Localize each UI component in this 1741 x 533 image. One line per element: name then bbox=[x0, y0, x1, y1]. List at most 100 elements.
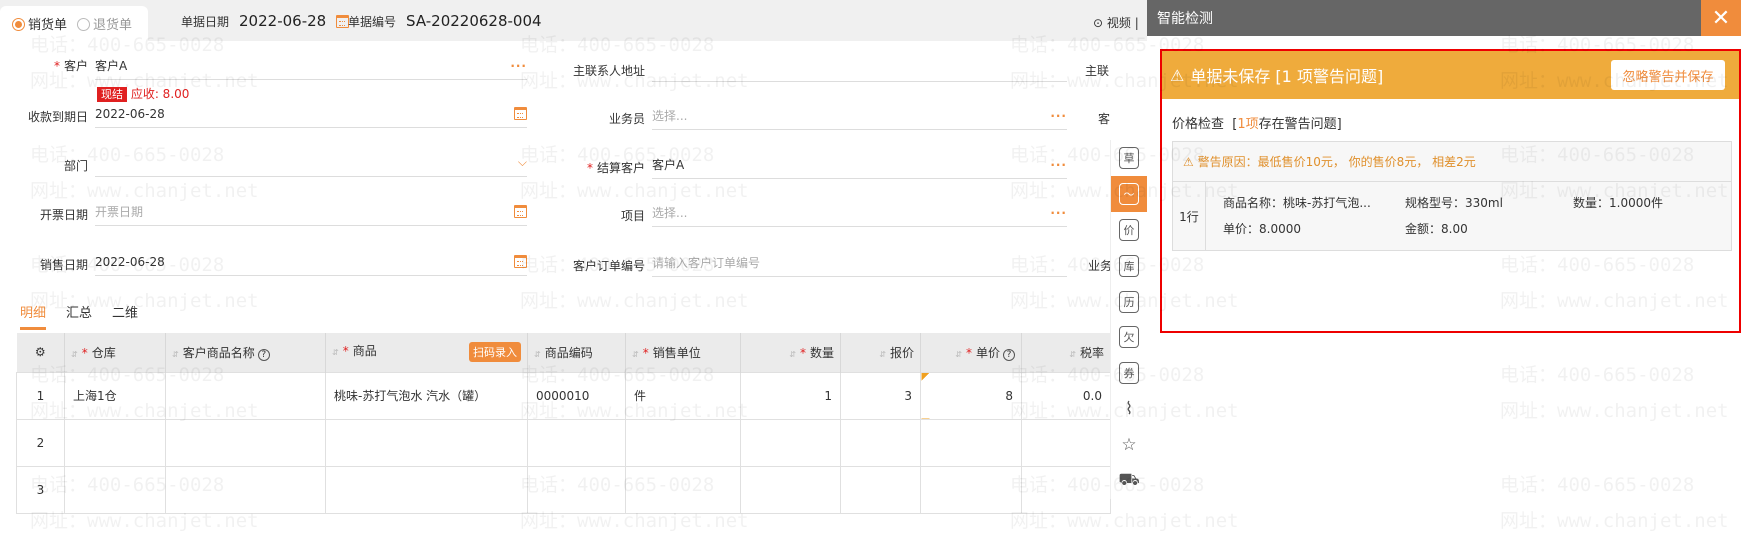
table-cell[interactable] bbox=[165, 371, 326, 420]
contact-address-input[interactable] bbox=[652, 54, 1067, 82]
table-cell[interactable] bbox=[1021, 418, 1111, 467]
close-button[interactable]: ✕ bbox=[1701, 0, 1741, 36]
radio-sales[interactable]: 销货单 bbox=[12, 14, 67, 33]
stock-button[interactable]: 库 bbox=[1111, 248, 1148, 284]
table-cell[interactable]: 1 bbox=[740, 371, 841, 420]
column-header[interactable]: ⇵ 商品编码 bbox=[527, 333, 626, 372]
side-toolbar: 草〜价库历欠券 ⌇ ☆ ⛟ bbox=[1110, 140, 1148, 499]
table-cell[interactable] bbox=[527, 465, 626, 514]
doc-number-field: 单据编号 SA-20220628-004 bbox=[348, 12, 542, 30]
sort-icon[interactable]: ⇵ bbox=[632, 350, 639, 359]
star-button[interactable]: ☆ bbox=[1111, 427, 1148, 463]
scan-entry-button[interactable]: 扫码录入 bbox=[469, 342, 521, 363]
table-cell[interactable] bbox=[165, 418, 326, 467]
sale-date-input[interactable]: 2022-06-28 bbox=[95, 248, 527, 276]
column-header[interactable]: ⇵ * 销售单位 bbox=[625, 333, 741, 372]
table-cell[interactable] bbox=[64, 465, 166, 514]
help-icon[interactable]: ? bbox=[1003, 348, 1015, 361]
table-cell[interactable] bbox=[1021, 465, 1111, 514]
table-cell[interactable] bbox=[325, 418, 528, 467]
due-date-input[interactable]: 2022-06-28 bbox=[95, 100, 527, 128]
table-cell[interactable] bbox=[527, 418, 626, 467]
doc-date-label: 单据日期 bbox=[181, 14, 230, 29]
table-cell[interactable] bbox=[325, 465, 528, 514]
customer-input[interactable]: 客户A ··· bbox=[95, 52, 527, 80]
column-header[interactable]: ⇵ 税率 bbox=[1021, 333, 1111, 372]
table-cell[interactable] bbox=[920, 465, 1022, 514]
table-cell[interactable] bbox=[920, 418, 1022, 467]
warning-box: ⚠ 单据未保存 [1 项警告问题] 忽略警告并保存 价格检查 [1项存在警告问题… bbox=[1160, 49, 1741, 333]
table-cell[interactable] bbox=[625, 465, 741, 514]
salesperson-input[interactable]: 选择... ··· bbox=[652, 102, 1067, 130]
ignore-and-save-button[interactable]: 忽略警告并保存 bbox=[1611, 60, 1725, 90]
table-cell[interactable]: 3 bbox=[840, 371, 921, 420]
table-cell[interactable]: 件 bbox=[625, 371, 741, 420]
sort-icon[interactable]: ⇵ bbox=[879, 350, 886, 359]
table-cell[interactable]: 8 bbox=[920, 371, 1022, 420]
column-header[interactable]: ⇵ 客户商品名称? bbox=[165, 333, 326, 372]
table-cell[interactable]: 桃味-苏打气泡水 汽水（罐） bbox=[325, 371, 528, 420]
draft-button[interactable]: 草 bbox=[1111, 140, 1148, 176]
calendar-icon[interactable] bbox=[514, 107, 527, 120]
tab-2d[interactable]: 二维 bbox=[112, 302, 138, 330]
issue-count: 1项 bbox=[1237, 117, 1259, 132]
price-button[interactable]: 价 bbox=[1111, 212, 1148, 248]
customer-order-input[interactable]: 请输入客户订单编号 bbox=[652, 249, 1067, 277]
sort-icon[interactable]: ⇵ bbox=[789, 350, 796, 359]
trend-button[interactable]: 〜 bbox=[1110, 175, 1148, 212]
column-settings-icon[interactable]: ⚙ bbox=[16, 333, 65, 372]
column-header[interactable]: ⇵ * 单价? bbox=[920, 333, 1022, 372]
more-icon[interactable]: ··· bbox=[1050, 109, 1067, 123]
draft-icon: 草 bbox=[1119, 146, 1139, 169]
sort-icon[interactable]: ⇵ bbox=[71, 350, 78, 359]
more-icon[interactable]: ··· bbox=[510, 59, 527, 73]
more-icon[interactable]: ··· bbox=[1050, 206, 1067, 220]
help-icon[interactable]: ? bbox=[257, 348, 270, 361]
warning-title: 单据未保存 [1 项警告问题] bbox=[1190, 67, 1384, 86]
radio-return[interactable]: 退货单 bbox=[77, 14, 132, 33]
table-header: ⚙ ⇵ * 仓库 ⇵ 客户商品名称? ⇵ * 商品 扫码录入 ⇵ 商品编码 ⇵ * 销售单位 ⇵ * 数量 ⇵ 报价… bbox=[16, 333, 1111, 372]
sort-icon[interactable]: ⇵ bbox=[955, 350, 962, 359]
attachment-button[interactable]: ⌇ bbox=[1111, 391, 1148, 427]
project-input[interactable]: 选择... ··· bbox=[652, 199, 1067, 227]
table-cell[interactable] bbox=[64, 418, 166, 467]
tab-detail[interactable]: 明细 bbox=[20, 302, 47, 330]
sort-icon[interactable]: ⇵ bbox=[1069, 350, 1076, 359]
column-header[interactable]: ⇵ 报价 bbox=[840, 333, 921, 372]
history-button[interactable]: 历 bbox=[1111, 284, 1148, 320]
settle-customer-input[interactable]: 客户A ··· bbox=[652, 151, 1067, 179]
table-cell[interactable] bbox=[740, 465, 841, 514]
table-cell[interactable]: 0.0 bbox=[1021, 371, 1111, 420]
more-icon[interactable]: ··· bbox=[1050, 158, 1067, 172]
table-cell[interactable]: 0000010 bbox=[527, 371, 626, 420]
column-header[interactable]: ⇵ * 商品 扫码录入 bbox=[325, 333, 528, 372]
chevron-down-icon[interactable]: ⌵ bbox=[518, 155, 527, 170]
table-cell[interactable] bbox=[840, 465, 921, 514]
owe-icon: 欠 bbox=[1119, 326, 1139, 349]
calendar-icon[interactable] bbox=[514, 205, 527, 218]
play-icon: ⊙ bbox=[1093, 16, 1104, 30]
coupon-button[interactable]: 券 bbox=[1111, 355, 1148, 391]
product-name: 商品名称：桃味-苏打气泡... bbox=[1223, 196, 1371, 210]
close-icon: ✕ bbox=[1711, 5, 1731, 31]
owe-button[interactable]: 欠 bbox=[1111, 320, 1148, 356]
column-header[interactable]: ⇵ * 仓库 bbox=[64, 333, 166, 372]
table-cell[interactable]: 上海1仓 bbox=[64, 371, 166, 420]
invoice-date-input[interactable]: 开票日期 bbox=[95, 198, 527, 226]
tab-summary[interactable]: 汇总 bbox=[66, 302, 92, 330]
calendar-icon[interactable] bbox=[514, 255, 527, 268]
column-label: 单价 bbox=[975, 345, 1000, 360]
sort-icon[interactable]: ⇵ bbox=[332, 348, 339, 357]
table-cell[interactable] bbox=[625, 418, 741, 467]
column-header[interactable]: ⇵ * 数量 bbox=[740, 333, 841, 372]
sort-icon[interactable]: ⇵ bbox=[534, 350, 541, 359]
table-cell[interactable] bbox=[740, 418, 841, 467]
sort-icon[interactable]: ⇵ bbox=[172, 350, 179, 359]
department-select[interactable]: ⌵ bbox=[95, 149, 527, 177]
video-link[interactable]: ⊙ 视频 | bbox=[1093, 14, 1139, 31]
doc-date-field[interactable]: 单据日期 2022-06-28 bbox=[181, 12, 350, 30]
table-cell[interactable] bbox=[840, 418, 921, 467]
required-mark: * bbox=[81, 345, 88, 360]
truck-button[interactable]: ⛟ bbox=[1111, 463, 1148, 499]
table-cell[interactable] bbox=[165, 465, 326, 514]
